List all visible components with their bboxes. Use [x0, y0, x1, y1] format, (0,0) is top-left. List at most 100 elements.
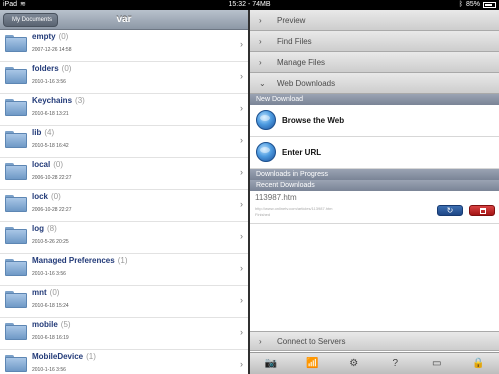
- folder-name: folders (0): [32, 64, 71, 73]
- folder-count: (1): [117, 256, 128, 265]
- chevron-down-icon: ⌄: [259, 79, 266, 88]
- status-bar-right: ᛒ 85%: [459, 0, 496, 10]
- downloads-in-progress-header: Downloads in Progress: [250, 169, 499, 180]
- section-manage-files[interactable]: › Manage Files: [250, 52, 499, 73]
- status-bar: iPad ≋ 15:32 - 74MB ᛒ 85%: [0, 0, 499, 10]
- folder-name-text: MobileDevice: [32, 352, 84, 361]
- help-icon[interactable]: ?: [386, 358, 404, 369]
- section-label: Manage Files: [277, 58, 326, 67]
- trash-icon: [480, 208, 486, 214]
- folder-name: Keychains (3): [32, 96, 85, 105]
- new-download-header: New Download: [250, 94, 499, 105]
- chevron-right-icon: ›: [259, 58, 262, 67]
- folder-name-text: lock: [32, 192, 49, 201]
- folder-name: lock (0): [32, 192, 61, 201]
- folder-count: (0): [53, 160, 64, 169]
- folder-icon: [5, 35, 27, 52]
- chevron-right-icon: ›: [240, 359, 243, 369]
- chevron-right-icon: ›: [240, 39, 243, 49]
- time-label: 15:32: [228, 1, 246, 8]
- delete-button[interactable]: [469, 205, 495, 216]
- chevron-right-icon: ›: [240, 295, 243, 305]
- folder-name-text: local: [32, 160, 51, 169]
- chevron-right-icon: ›: [240, 167, 243, 177]
- refresh-button[interactable]: ↻: [437, 205, 463, 216]
- browse-web-label: Browse the Web: [282, 116, 345, 125]
- list-item[interactable]: MobileDevice (1) 2010-1-16 3:56 ›: [0, 350, 248, 374]
- folder-icon: [5, 291, 27, 308]
- connect-label: Connect to Servers: [277, 337, 346, 346]
- folder-name: mnt (0): [32, 288, 59, 297]
- enter-url-button[interactable]: Enter URL: [250, 137, 499, 169]
- section-label: Preview: [277, 16, 306, 25]
- download-status: Finished: [255, 212, 271, 217]
- section-label: Find Files: [277, 37, 312, 46]
- section-find-files[interactable]: › Find Files: [250, 31, 499, 52]
- folder-name-text: empty: [32, 32, 56, 41]
- bottom-toolbar: 📷 📶 ⚙ ? ▭ 🔒: [250, 352, 499, 374]
- folder-date: 2006-10-28 22:27: [32, 207, 72, 213]
- camera-icon[interactable]: 📷: [262, 358, 280, 369]
- folder-name: MobileDevice (1): [32, 352, 96, 361]
- gear-icon[interactable]: ⚙: [345, 358, 363, 369]
- browse-web-button[interactable]: Browse the Web: [250, 105, 499, 137]
- folder-icon: [5, 259, 27, 276]
- file-browser-pane: var My Documents empty (0) 2007-12-26 14:5…: [0, 10, 248, 374]
- list-item[interactable]: mnt (0) 2010-6-18 15:24 ›: [0, 286, 248, 318]
- folder-date: 2010-1-16 3:56: [32, 367, 66, 373]
- chevron-right-icon: ›: [259, 16, 262, 25]
- folder-count: (5): [60, 320, 71, 329]
- list-item[interactable]: log (8) 2010-5-26 20:25 ›: [0, 222, 248, 254]
- folder-name: mobile (5): [32, 320, 71, 329]
- folder-date: 2010-6-18 15:24: [32, 303, 69, 309]
- display-icon[interactable]: ▭: [428, 358, 446, 369]
- folder-date: 2010-5-26 20:25: [32, 239, 69, 245]
- folder-icon: [5, 99, 27, 116]
- list-item[interactable]: lock (0) 2006-10-28 22:27 ›: [0, 190, 248, 222]
- bluetooth-icon: ᛒ: [458, 1, 463, 8]
- folder-date: 2010-5-18 16:42: [32, 143, 69, 149]
- chevron-right-icon: ›: [240, 103, 243, 113]
- list-item[interactable]: lib (4) 2010-5-18 16:42 ›: [0, 126, 248, 158]
- folder-name: empty (0): [32, 32, 68, 41]
- folder-name-text: Managed Preferences: [32, 256, 115, 265]
- globe-icon: [256, 142, 276, 162]
- folder-name: Managed Preferences (1): [32, 256, 127, 265]
- download-item[interactable]: 113987.htm http://www.onlinetv.com/artic…: [250, 191, 499, 224]
- chevron-right-icon: ›: [240, 327, 243, 337]
- globe-icon: [256, 110, 276, 130]
- list-item[interactable]: mobile (5) 2010-6-18 16:19 ›: [0, 318, 248, 350]
- folder-count: (0): [58, 32, 69, 41]
- folder-name-text: mobile: [32, 320, 58, 329]
- list-item[interactable]: empty (0) 2007-12-26 14:58 ›: [0, 30, 248, 62]
- folder-icon: [5, 131, 27, 148]
- folder-date: 2010-1-16 3:56: [32, 79, 66, 85]
- folder-icon: [5, 355, 27, 372]
- list-item[interactable]: folders (0) 2010-1-16 3:56 ›: [0, 62, 248, 94]
- battery-label: 85%: [465, 1, 480, 8]
- list-item[interactable]: Managed Preferences (1) 2010-1-16 3:56 ›: [0, 254, 248, 286]
- chevron-right-icon: ›: [240, 71, 243, 81]
- folder-date: 2006-10-28 22:27: [32, 175, 72, 181]
- section-preview[interactable]: › Preview: [250, 10, 499, 31]
- folder-list: empty (0) 2007-12-26 14:58 › folders (0) 2010-…: [0, 30, 248, 374]
- memory-label: 74MB: [252, 1, 271, 8]
- chevron-right-icon: ›: [259, 37, 262, 46]
- wifi-icon[interactable]: 📶: [303, 358, 321, 369]
- folder-count: (1): [86, 352, 96, 361]
- folder-icon: [5, 195, 27, 212]
- folder-count: (8): [47, 224, 57, 233]
- list-item[interactable]: local (0) 2006-10-28 22:27 ›: [0, 158, 248, 190]
- lock-icon[interactable]: 🔒: [469, 358, 487, 369]
- back-button[interactable]: My Documents: [3, 13, 59, 27]
- folder-icon: [5, 67, 27, 84]
- folder-icon: [5, 227, 27, 244]
- folder-name-text: folders: [32, 64, 59, 73]
- nav-bar: var My Documents: [0, 10, 248, 30]
- connect-to-servers-row[interactable]: › Connect to Servers: [250, 331, 499, 351]
- list-item[interactable]: Keychains (3) 2010-6-18 13:21 ›: [0, 94, 248, 126]
- folder-icon: [5, 163, 27, 180]
- folder-icon: [5, 323, 27, 340]
- section-web-downloads[interactable]: ⌄ Web Downloads: [250, 73, 499, 94]
- status-bar-center: 15:32 - 74MB: [228, 1, 271, 8]
